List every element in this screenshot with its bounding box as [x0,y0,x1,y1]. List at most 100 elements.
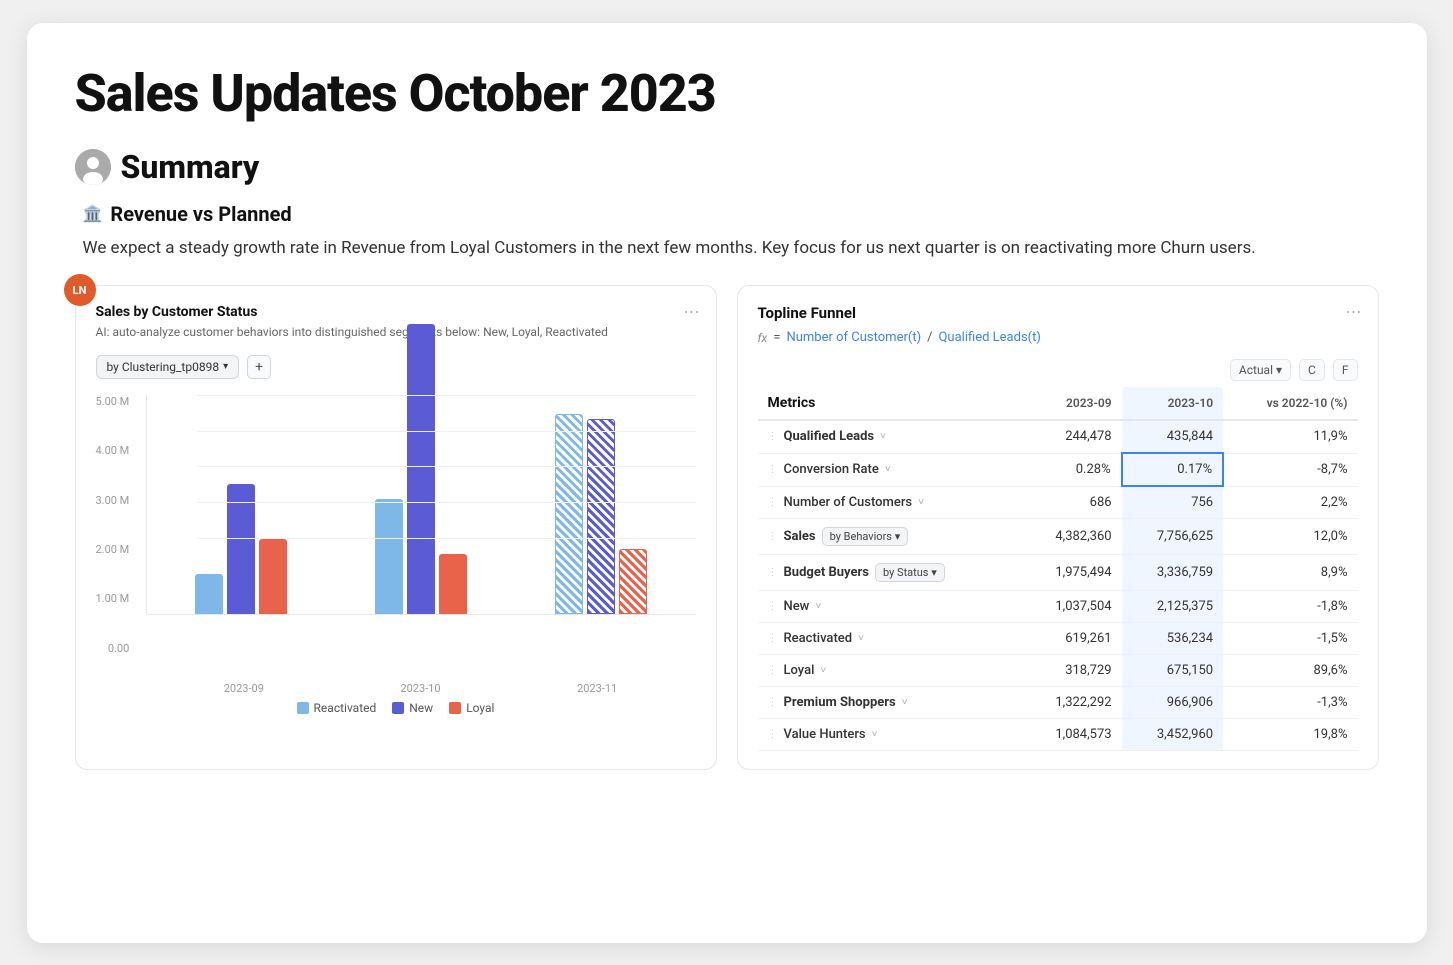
legend-reactivated: Reactivated [297,701,377,715]
bar-nov-new [587,419,615,614]
bar-oct-new [407,324,435,614]
val-vs: -8,7% [1223,453,1357,486]
metric-badge[interactable]: by Behaviors ▾ [822,527,909,546]
chevron-icon[interactable]: ˅ [880,431,886,442]
bar-group-oct [337,324,505,614]
formula-divider: / [927,330,932,345]
metric-name-label: Budget Buyers [784,565,869,580]
drag-handle[interactable]: ⋮ [768,633,778,644]
add-filter-button[interactable]: + [247,355,271,379]
metric-name-cell: ⋮Conversion Rate˅ [758,454,1021,485]
metric-name-cell: ⋮ Premium Shoppers ˅ [758,687,1021,718]
metric-badge[interactable]: by Status ▾ [875,563,945,582]
table-row: ⋮ Budget Buyers by Status ▾ 1,975,4943,336,… [758,555,1358,591]
chart-title: Sales by Customer Status [96,304,696,320]
chevron-icon[interactable]: ˅ [902,697,908,708]
val-2023-09: 1,322,292 [1020,687,1122,719]
c-control-button[interactable]: C [1299,359,1325,381]
table-controls: Actual ▾ C F [758,359,1358,381]
chevron-icon[interactable]: ˅ [872,729,878,740]
section-title: Summary [121,148,260,186]
bar-oct-loyal [439,554,467,614]
table-row: ⋮Reactivated˅619,261536,234-1,5% [758,623,1358,655]
drag-handle[interactable]: ⋮ [768,729,778,740]
drag-handle[interactable]: ⋮ [768,497,778,508]
val-2023-09: 244,478 [1020,420,1122,453]
drag-handle[interactable]: ⋮ [768,464,778,475]
metric-name-label: Value Hunters [784,727,866,742]
drag-handle[interactable]: ⋮ [768,431,778,442]
x-label-nov: 2023-11 [577,682,617,695]
filter-badge[interactable]: by Clustering_tp0898 ▾ [96,355,240,379]
metric-name-cell: ⋮Loyal˅ [758,655,1021,686]
col-header-2023-09: 2023-09 [1020,387,1122,420]
val-vs: 89,6% [1223,655,1357,687]
page-title: Sales Updates October 2023 [75,63,1379,124]
metric-name-label: Premium Shoppers [784,695,896,710]
table-row: ⋮Conversion Rate˅0.28%0.17%-8,7% [758,453,1358,486]
val-2023-10: 7,756,625 [1122,519,1224,555]
x-axis: 2023-09 2023-10 2023-11 [146,682,696,695]
bar-nov-loyal [619,549,647,614]
legend-dot-new [392,702,404,714]
val-2023-10: 2,125,375 [1122,591,1224,623]
val-2023-10: 3,452,960 [1122,719,1224,751]
chevron-icon[interactable]: ˅ [918,497,924,508]
f-control-button[interactable]: F [1333,359,1358,381]
chevron-icon[interactable]: ˅ [858,633,864,644]
chevron-icon[interactable]: ˅ [815,601,821,612]
y-label-4m: 4.00 M [96,444,130,457]
table-more-menu-button[interactable]: ⋯ [1346,302,1362,321]
legend-new: New [392,701,433,715]
chevron-icon[interactable]: ˅ [820,665,826,676]
subsection-title: Revenue vs Planned [110,202,291,226]
val-2023-09: 1,975,494 [1020,555,1122,591]
bar-sep-reactivated [195,574,223,614]
legend-label-loyal: Loyal [466,701,494,715]
metric-name-label: Reactivated [784,631,853,646]
table-row: ⋮Loyal˅318,729675,15089,6% [758,655,1358,687]
metric-name-label: Qualified Leads [784,429,875,444]
formula-eq: = [773,330,780,345]
drag-handle[interactable]: ⋮ [768,665,778,676]
val-2023-10: 435,844 [1122,420,1224,453]
formula-link-2[interactable]: Qualified Leads(t) [938,330,1040,345]
actual-label: Actual [1239,363,1273,377]
bar-sep-new [227,484,255,614]
drag-handle[interactable]: ⋮ [768,601,778,612]
metric-name-label: Number of Customers [784,495,913,510]
actual-control-button[interactable]: Actual ▾ [1230,359,1291,381]
subsection-icon: 🏛️ [83,204,103,223]
metric-name-cell: ⋮ Qualified Leads ˅ [758,421,1021,452]
chevron-down-icon: ▾ [1276,363,1282,377]
val-vs: -1,5% [1223,623,1357,655]
y-label-2m: 2.00 M [96,543,130,556]
subsection-header: 🏛️ Revenue vs Planned [83,202,1379,226]
avatar [75,149,111,185]
bars-container [146,395,696,615]
val-2023-09: 1,084,573 [1020,719,1122,751]
chevron-icon[interactable]: ˅ [885,464,891,475]
val-2023-10: 3,336,759 [1122,555,1224,591]
table-row: ⋮New˅1,037,5042,125,375-1,8% [758,591,1358,623]
metric-name-cell: ⋮ Reactivated ˅ [758,623,1021,654]
y-label-5m: 5.00 M [96,395,130,408]
drag-handle[interactable]: ⋮ [768,531,778,542]
metric-name-cell: ⋮New˅ [758,591,1021,622]
fx-label: fx [758,331,768,345]
chart-legend: Reactivated New Loyal [96,701,696,715]
formula-link-1[interactable]: Number of Customer(t) [786,330,921,345]
metric-name-label: Sales [784,529,816,544]
drag-handle[interactable]: ⋮ [768,697,778,708]
col-header-metrics: Metrics [758,387,1021,420]
table-row: ⋮Qualified Leads˅244,478435,84411,9% [758,420,1358,453]
c-label: C [1308,363,1316,377]
left-chart-card: LN ⋯ Sales by Customer Status AI: auto-a… [75,285,717,770]
val-vs: 8,9% [1223,555,1357,591]
metric-name-cell: ⋮ Budget Buyers by Status ▾ [758,555,1021,590]
bar-group-sep [157,484,325,614]
val-2023-10: 0.17% [1122,453,1224,486]
drag-handle[interactable]: ⋮ [768,567,778,578]
legend-dot-reactivated [297,702,309,714]
more-menu-button[interactable]: ⋯ [684,302,700,321]
